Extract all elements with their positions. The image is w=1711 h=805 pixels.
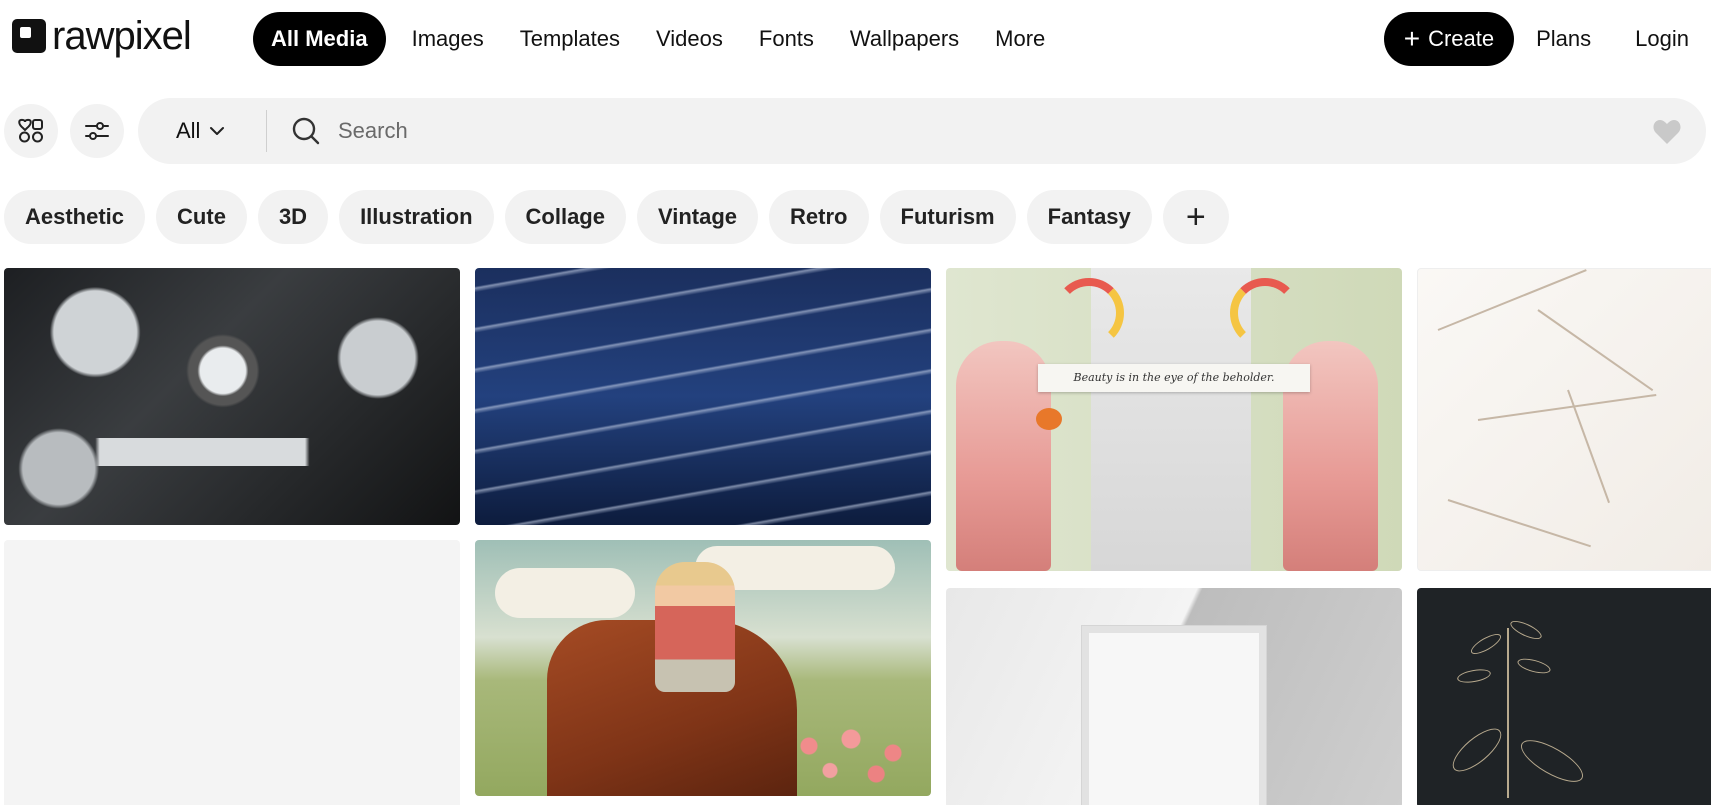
victorian-lady-figure [956, 341, 1051, 571]
filter-sliders-icon [85, 122, 109, 140]
top-header: rawpixel All Media Images Templates Vide… [0, 0, 1711, 78]
image-tile-cowgirl[interactable] [475, 540, 931, 796]
chip-aesthetic[interactable]: Aesthetic [4, 190, 146, 244]
nav-fonts[interactable]: Fonts [741, 12, 832, 66]
blank-frame [1082, 626, 1266, 805]
marble-vein [1567, 389, 1610, 504]
image-tile-frame-mockup[interactable] [946, 588, 1402, 805]
nav-more[interactable]: More [977, 12, 1063, 66]
login-link[interactable]: Login [1613, 12, 1711, 66]
nav-videos[interactable]: Videos [638, 12, 741, 66]
chip-3d[interactable]: 3D [257, 190, 329, 244]
flowers-graphic [781, 718, 921, 788]
chip-collage[interactable]: Collage [504, 190, 626, 244]
chip-futurism[interactable]: Futurism [879, 190, 1016, 244]
marble-vein [1447, 499, 1591, 548]
header-actions: + Create Plans Login [1383, 12, 1711, 66]
logo-text: rawpixel [52, 14, 192, 58]
search-input[interactable] [338, 98, 1618, 164]
nav-templates[interactable]: Templates [502, 12, 638, 66]
image-tile-botanical[interactable] [1417, 588, 1711, 805]
heart-icon[interactable] [1652, 118, 1682, 146]
marble-vein [1537, 309, 1654, 392]
favorites-grid-icon [18, 118, 43, 143]
filter-button[interactable] [70, 104, 124, 158]
search-bar: All [138, 98, 1706, 164]
plant-stem [1507, 628, 1509, 798]
cloud-graphic [495, 568, 635, 618]
plant-leaf [1508, 617, 1544, 643]
marble-vein [1437, 269, 1587, 331]
image-tile-gears[interactable] [4, 268, 460, 525]
logo-mark-icon [12, 19, 46, 53]
nav-images[interactable]: Images [394, 12, 502, 66]
search-scope-dropdown[interactable]: All [176, 98, 226, 164]
marble-vein [1477, 393, 1657, 421]
nav-wallpapers[interactable]: Wallpapers [832, 12, 977, 66]
chip-cute[interactable]: Cute [156, 190, 247, 244]
nav-all-media[interactable]: All Media [253, 12, 386, 66]
chevron-down-icon [210, 127, 225, 135]
collage-quote: Beauty is in the eye of the beholder. [1038, 364, 1310, 392]
category-chips: Aesthetic Cute 3D Illustration Collage V… [4, 190, 1229, 244]
image-tile-water[interactable] [475, 268, 931, 525]
chip-vintage[interactable]: Vintage [636, 190, 759, 244]
plant-leaf [1516, 655, 1552, 677]
chip-fantasy[interactable]: Fantasy [1026, 190, 1152, 244]
image-tile-placeholder[interactable] [4, 540, 460, 805]
plant-leaf [1446, 721, 1508, 779]
rawpixel-logo[interactable]: rawpixel [12, 14, 192, 58]
add-chip-button[interactable]: + [1162, 190, 1229, 244]
plant-leaf [1468, 630, 1504, 658]
plant-leaf [1515, 732, 1589, 790]
plant-leaf [1456, 667, 1492, 685]
search-divider [266, 110, 267, 152]
cowgirl-figure [655, 562, 735, 692]
search-scope-label: All [176, 118, 201, 143]
plus-icon: + [1403, 23, 1421, 54]
create-label: Create [1428, 26, 1495, 51]
chip-retro[interactable]: Retro [769, 190, 869, 244]
create-button[interactable]: + Create [1383, 12, 1515, 66]
chip-illustration[interactable]: Illustration [339, 190, 494, 244]
search-row: All [0, 98, 1711, 166]
image-tile-collage[interactable]: Beauty is in the eye of the beholder. [946, 268, 1402, 571]
image-tile-marble[interactable] [1417, 268, 1711, 571]
plans-link[interactable]: Plans [1514, 12, 1613, 66]
favorites-button[interactable] [4, 104, 58, 158]
pumpkin-graphic [1036, 408, 1062, 430]
main-nav: All Media Images Templates Videos Fonts … [253, 12, 1063, 66]
search-icon[interactable] [290, 115, 322, 147]
plus-icon: + [1185, 198, 1206, 236]
rainbow-graphic [1230, 278, 1300, 348]
rainbow-graphic [1054, 278, 1124, 348]
